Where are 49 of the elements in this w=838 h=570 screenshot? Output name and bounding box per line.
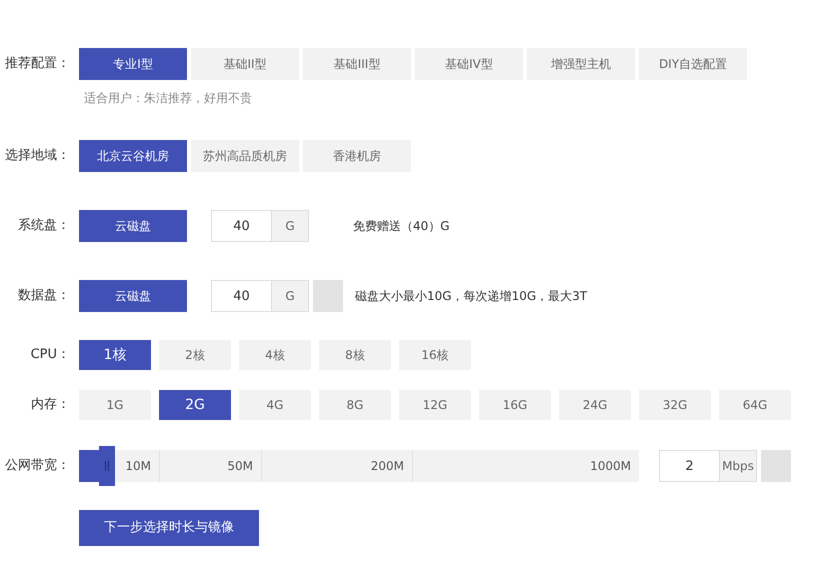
- next-step-button[interactable]: 下一步选择时长与镜像: [79, 510, 259, 546]
- size-field[interactable]: 40: [211, 280, 272, 312]
- tick-label: 1000M: [590, 458, 631, 475]
- option-button[interactable]: 香港机房: [303, 140, 411, 172]
- option-button[interactable]: 苏州高品质机房: [191, 140, 299, 172]
- disk-type-button[interactable]: 云磁盘: [79, 210, 187, 242]
- option-button[interactable]: 12G: [399, 390, 471, 420]
- option-button[interactable]: 4G: [239, 390, 311, 420]
- option-button[interactable]: 32G: [639, 390, 711, 420]
- field-label: 公网带宽：: [5, 457, 70, 476]
- option-button[interactable]: 专业I型: [79, 48, 187, 80]
- tick-label: 50M: [227, 458, 253, 475]
- option-button[interactable]: 增强型主机: [527, 48, 635, 80]
- option-button[interactable]: 16G: [479, 390, 551, 420]
- tick-label: 200M: [370, 458, 404, 475]
- field-label: 数据盘：: [18, 287, 70, 306]
- note-text: 磁盘大小最小10G，每次递增10G，最大3T: [355, 288, 588, 305]
- option-button[interactable]: 基础III型: [303, 48, 411, 80]
- field-label: CPU：: [30, 346, 70, 364]
- option-button[interactable]: 基础II型: [191, 48, 299, 80]
- option-button[interactable]: DIY自选配置: [639, 48, 747, 80]
- bandwidth-field[interactable]: 2: [659, 450, 720, 482]
- option-button[interactable]: 1核: [79, 340, 151, 370]
- stepper-button[interactable]: [313, 280, 343, 312]
- tick-label: 10M: [125, 458, 151, 475]
- option-button[interactable]: 2核: [159, 340, 231, 370]
- option-button[interactable]: 4核: [239, 340, 311, 370]
- note-text: 免费赠送（40）G: [353, 218, 450, 235]
- option-button[interactable]: 24G: [559, 390, 631, 420]
- disk-type-button[interactable]: 云磁盘: [79, 280, 187, 312]
- option-button[interactable]: 1G: [79, 390, 151, 420]
- field-label: 内存：: [31, 396, 70, 414]
- size-field[interactable]: 40: [211, 210, 272, 242]
- unit-label: G: [272, 210, 309, 242]
- option-button[interactable]: 16核: [399, 340, 471, 370]
- hint-text: 适合用户：朱洁推荐，好用不贵: [84, 90, 252, 107]
- slider-thumb[interactable]: [99, 446, 115, 486]
- field-label: 推荐配置：: [5, 55, 70, 74]
- stepper-button[interactable]: [761, 450, 791, 482]
- field-label: 系统盘：: [18, 217, 70, 236]
- option-button[interactable]: 64G: [719, 390, 791, 420]
- option-button[interactable]: 基础IV型: [415, 48, 523, 80]
- option-button[interactable]: 8G: [319, 390, 391, 420]
- option-button[interactable]: 北京云谷机房: [79, 140, 187, 172]
- unit-label: G: [272, 280, 309, 312]
- option-button[interactable]: 8核: [319, 340, 391, 370]
- option-button[interactable]: 2G: [159, 390, 231, 420]
- unit-label: Mbps: [720, 450, 757, 482]
- field-label: 选择地域：: [5, 147, 70, 166]
